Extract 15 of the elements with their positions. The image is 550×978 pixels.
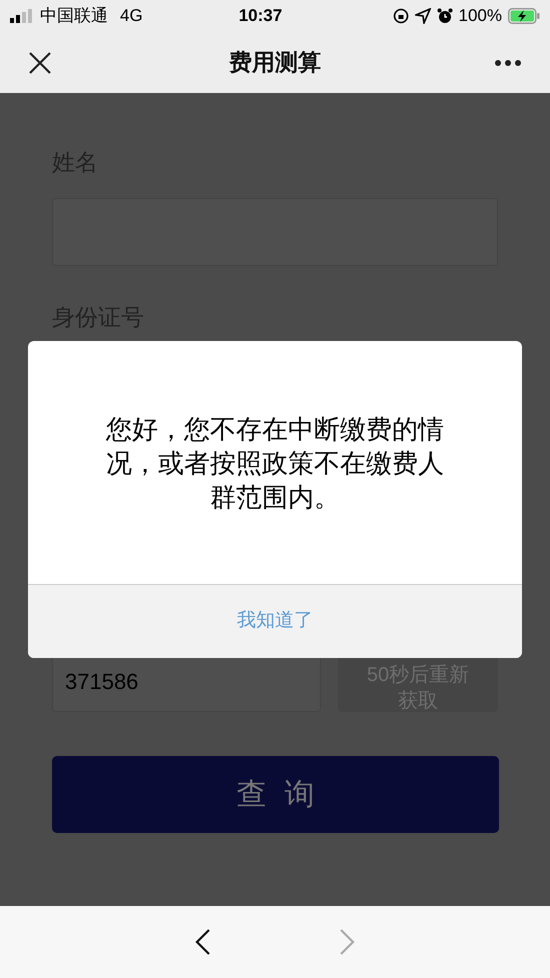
battery-percent: 100% bbox=[458, 5, 502, 28]
close-icon[interactable] bbox=[28, 50, 52, 74]
page-title: 费用测算 bbox=[229, 48, 321, 78]
signal-icon bbox=[10, 9, 32, 23]
carrier-name: 中国联通 bbox=[40, 5, 108, 28]
alarm-clock-icon bbox=[436, 8, 453, 24]
confirm-button[interactable]: 我知道了 bbox=[28, 584, 522, 658]
query-button[interactable]: 查询 bbox=[52, 756, 499, 833]
location-arrow-icon bbox=[414, 8, 431, 24]
clock-time: 10:37 bbox=[238, 5, 282, 28]
network-type: 4G bbox=[120, 5, 143, 28]
battery-charging-icon bbox=[508, 8, 540, 24]
dialog-message: 您好，您不存在中断缴费的情况，或者按照政策不在缴费人群范围内。 bbox=[105, 412, 445, 514]
more-icon[interactable] bbox=[494, 58, 522, 66]
rotation-lock-icon bbox=[392, 8, 409, 24]
